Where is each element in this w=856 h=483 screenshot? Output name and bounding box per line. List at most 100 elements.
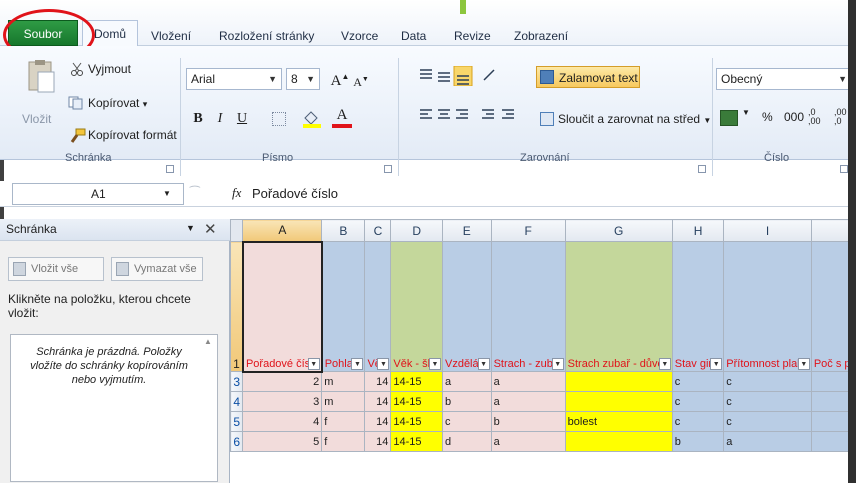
column-header-d[interactable]: D: [390, 219, 443, 242]
table-cell[interactable]: a: [490, 391, 566, 412]
column-header-g[interactable]: G: [564, 219, 673, 242]
tab-page-layout[interactable]: Rozložení stránky: [219, 26, 314, 46]
name-box[interactable]: A1 ▼: [12, 183, 184, 205]
insert-function-button[interactable]: fx: [232, 185, 241, 201]
table-cell[interactable]: f: [321, 411, 366, 432]
table-cell[interactable]: 14: [364, 391, 392, 412]
select-all-corner[interactable]: [230, 219, 244, 242]
table-cell[interactable]: c: [723, 411, 812, 432]
row-header[interactable]: 3: [230, 371, 244, 392]
table-cell[interactable]: 14-15: [390, 431, 443, 452]
close-icon[interactable]: ✕: [204, 220, 217, 238]
header-cell-a[interactable]: Pořadové číslo ▼: [241, 240, 323, 373]
table-cell[interactable]: 3: [242, 391, 323, 412]
column-header-b[interactable]: B: [321, 219, 366, 242]
decrease-decimal-button[interactable]: ,00 ,0: [834, 108, 848, 126]
thousands-button[interactable]: 000: [784, 110, 804, 124]
currency-icon[interactable]: [720, 110, 738, 126]
row-header[interactable]: 5: [230, 411, 244, 432]
copy-dropdown-icon[interactable]: ▾: [143, 99, 148, 109]
align-left-center-right-icons[interactable]: [420, 106, 530, 126]
table-cell[interactable]: b: [490, 411, 566, 432]
table-cell[interactable]: 5: [242, 431, 323, 452]
filter-dropdown-icon[interactable]: ▼: [307, 357, 320, 370]
font-color-button[interactable]: A: [332, 106, 352, 128]
header-cell-d[interactable]: Věk - šká ▼: [390, 241, 443, 372]
table-cell[interactable]: 14-15: [390, 371, 443, 392]
filter-dropdown-icon[interactable]: ▼: [377, 358, 390, 370]
table-cell[interactable]: [564, 391, 673, 412]
filter-dropdown-icon[interactable]: ▼: [710, 358, 723, 370]
column-header-c[interactable]: C: [364, 219, 392, 242]
chevron-down-icon[interactable]: ▼: [163, 184, 171, 204]
filter-dropdown-icon[interactable]: ▼: [797, 358, 810, 370]
table-cell[interactable]: 14: [364, 371, 392, 392]
table-cell[interactable]: m: [321, 391, 366, 412]
borders-icon[interactable]: [272, 112, 286, 126]
cut-button[interactable]: Vyjmout: [88, 62, 131, 76]
table-cell[interactable]: 4: [242, 411, 323, 432]
bold-button[interactable]: B: [188, 108, 208, 130]
table-cell[interactable]: 2: [242, 371, 323, 392]
column-header-f[interactable]: F: [490, 219, 566, 242]
header-cell-i[interactable]: Přítomnost plaku ▼: [723, 241, 812, 372]
table-cell[interactable]: [564, 431, 673, 452]
number-format-select[interactable]: Obecný ▼: [716, 68, 852, 90]
table-cell[interactable]: f: [321, 431, 366, 452]
filter-dropdown-icon[interactable]: ▼: [351, 358, 364, 370]
column-header-i[interactable]: I: [723, 219, 812, 242]
header-cell-c[interactable]: Věk▼: [364, 241, 392, 372]
italic-button[interactable]: I: [210, 108, 230, 130]
shrink-font-button[interactable]: A▼: [352, 68, 370, 90]
table-cell[interactable]: [564, 371, 673, 392]
column-header-a[interactable]: A: [242, 219, 323, 242]
header-cell-g[interactable]: Strach zubař - důvod ▼: [564, 241, 673, 372]
font-launcher-icon[interactable]: [384, 165, 392, 173]
alignment-launcher-icon[interactable]: [698, 165, 706, 173]
number-launcher-icon[interactable]: [840, 165, 848, 173]
underline-button[interactable]: U: [232, 108, 252, 130]
format-painter-button[interactable]: Kopírovat formát: [88, 128, 177, 142]
table-cell[interactable]: c: [671, 371, 725, 392]
percent-button[interactable]: %: [762, 110, 773, 124]
grow-font-button[interactable]: A▲: [330, 66, 350, 89]
font-size-select[interactable]: 8 ▼: [286, 68, 320, 90]
increase-decimal-button[interactable]: ,0 ,00: [808, 108, 830, 126]
tab-formulas[interactable]: Vzorce: [341, 26, 378, 46]
table-cell[interactable]: c: [671, 411, 725, 432]
font-name-select[interactable]: Arial ▼: [186, 68, 282, 90]
copy-button[interactable]: Kopírovat ▾: [88, 96, 147, 110]
clipboard-launcher-icon[interactable]: [166, 165, 174, 173]
chevron-down-icon[interactable]: ▼: [742, 108, 750, 117]
header-cell-h[interactable]: Stav ging ▼: [671, 241, 725, 372]
header-cell-b[interactable]: Pohlaví ▼: [321, 241, 366, 372]
align-top-icons[interactable]: [402, 65, 502, 87]
filter-dropdown-icon[interactable]: ▼: [428, 358, 441, 370]
table-cell[interactable]: c: [723, 371, 812, 392]
fill-color-icon[interactable]: [302, 110, 324, 128]
formula-input[interactable]: Pořadové číslo: [252, 186, 338, 201]
column-header-e[interactable]: E: [441, 219, 492, 242]
table-cell[interactable]: a: [490, 431, 566, 452]
worksheet-grid[interactable]: A B C D E F G H I 1 Pořadové číslo ▼ Pohl…: [230, 219, 856, 483]
tab-data[interactable]: Data: [401, 26, 426, 46]
table-cell[interactable]: m: [321, 371, 366, 392]
filter-dropdown-icon[interactable]: ▼: [477, 358, 490, 370]
table-cell[interactable]: 14-15: [390, 411, 443, 432]
table-cell[interactable]: 14-15: [390, 391, 443, 412]
resize-handle-icon[interactable]: ⁀: [190, 186, 200, 200]
table-cell[interactable]: c: [723, 391, 812, 412]
row-header[interactable]: 4: [230, 391, 244, 412]
header-cell-f[interactable]: Strach - zubař ▼: [490, 241, 566, 372]
paste-button[interactable]: [26, 60, 56, 106]
table-cell[interactable]: bolest: [564, 411, 673, 432]
tab-view[interactable]: Zobrazení: [514, 26, 568, 46]
table-cell[interactable]: d: [441, 431, 492, 452]
table-cell[interactable]: a: [490, 371, 566, 392]
merge-center-button[interactable]: Sloučit a zarovnat na střed ▼: [536, 108, 716, 130]
table-cell[interactable]: b: [671, 431, 725, 452]
table-cell[interactable]: a: [723, 431, 812, 452]
table-cell[interactable]: c: [671, 391, 725, 412]
tab-review[interactable]: Revize: [454, 26, 491, 46]
header-cell-e[interactable]: Vzdělání ▼: [441, 241, 492, 372]
